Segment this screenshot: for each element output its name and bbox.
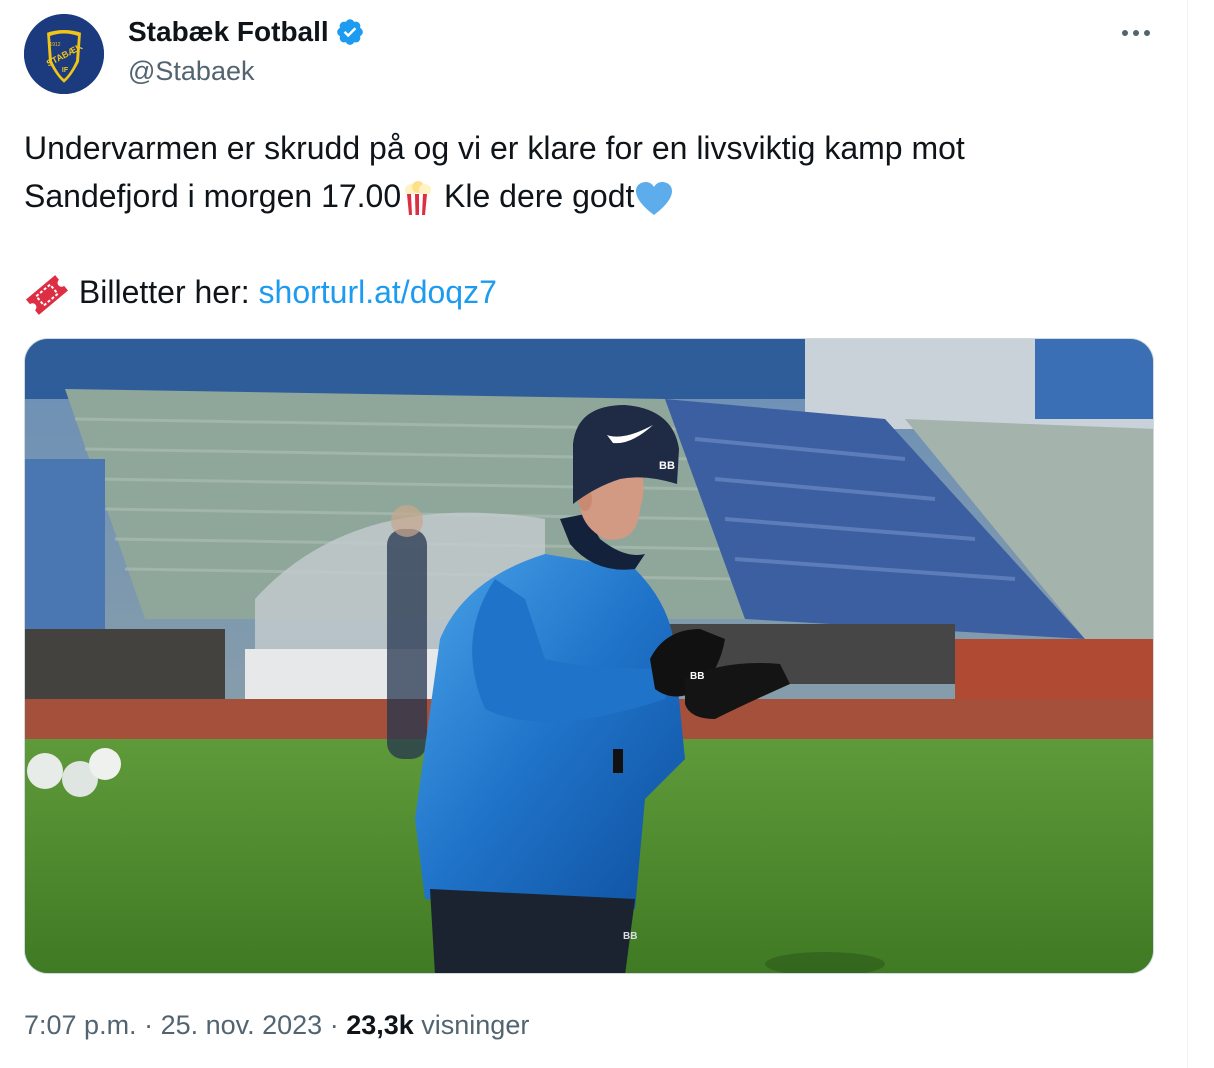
svg-text:1912: 1912 bbox=[49, 42, 60, 48]
avatar[interactable]: STABÆK 1912 IF bbox=[24, 14, 104, 94]
verified-badge-icon[interactable] bbox=[335, 17, 365, 47]
meta-separator: · bbox=[136, 1010, 161, 1040]
tweet-line: Sandefjord i morgen 17.00 Kle dere godt bbox=[24, 172, 1154, 220]
tweet-line-text: Kle dere godt bbox=[435, 178, 635, 214]
pants-initials: BB bbox=[623, 931, 637, 942]
tweet-line: Billetter her: shorturl.at/doqz7 bbox=[24, 268, 1154, 316]
stadium-photo: BB BB BB bbox=[25, 339, 1153, 973]
more-dot-icon bbox=[1144, 30, 1150, 36]
tickets-label: Billetter her: bbox=[70, 274, 259, 310]
account-handle[interactable]: @Stabaek bbox=[128, 56, 254, 87]
tweet-date[interactable]: 25. nov. 2023 bbox=[161, 1010, 323, 1041]
glove-initials: BB bbox=[690, 671, 704, 682]
blue-heart-icon bbox=[636, 181, 673, 215]
beanie-initials: BB bbox=[659, 460, 675, 472]
tweet-meta: 7:07 p.m. · 25. nov. 2023 · 23,3k visnin… bbox=[24, 1010, 529, 1041]
stabaek-logo: STABÆK 1912 IF bbox=[24, 14, 104, 94]
svg-text:IF: IF bbox=[62, 67, 69, 74]
tweet-line-text: Sandefjord i morgen 17.00 bbox=[24, 178, 402, 214]
ticket-icon bbox=[26, 274, 68, 315]
tweet-blank-line bbox=[24, 220, 1154, 268]
tweet-line: Undervarmen er skrudd på og vi er klare … bbox=[24, 124, 1154, 172]
tickets-link[interactable]: shorturl.at/doqz7 bbox=[259, 274, 497, 310]
more-dot-icon bbox=[1133, 30, 1139, 36]
display-name-text[interactable]: Stabæk Fotball bbox=[128, 16, 329, 48]
tweet-photo[interactable]: BB BB BB bbox=[24, 338, 1154, 974]
views-count[interactable]: 23,3k bbox=[346, 1010, 414, 1041]
tweet-time[interactable]: 7:07 p.m. bbox=[24, 1010, 137, 1041]
tweet-line-text: Undervarmen er skrudd på og vi er klare … bbox=[24, 130, 965, 166]
meta-separator: · bbox=[322, 1010, 347, 1040]
tweet-text: Undervarmen er skrudd på og vi er klare … bbox=[24, 124, 1154, 316]
timeline-border bbox=[1187, 0, 1188, 1068]
more-dot-icon bbox=[1122, 30, 1128, 36]
display-name[interactable]: Stabæk Fotball bbox=[128, 16, 365, 48]
popcorn-icon bbox=[405, 180, 432, 215]
views-label: visninger bbox=[413, 1010, 530, 1040]
more-options-button[interactable] bbox=[1118, 18, 1154, 48]
